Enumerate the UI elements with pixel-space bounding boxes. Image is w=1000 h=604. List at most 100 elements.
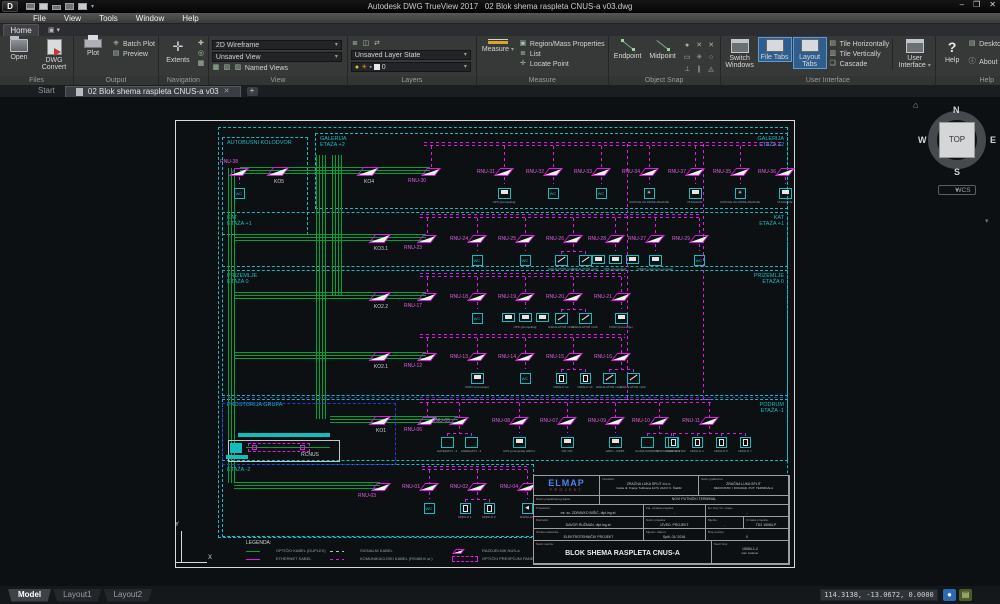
batch-plot-button[interactable]: ⎈ Batch Plot: [112, 40, 155, 48]
cascade-button[interactable]: ❏ Cascade: [829, 60, 890, 68]
snap-center-icon[interactable]: ✳: [694, 52, 705, 63]
visual-style-dropdown[interactable]: 2D Wireframe▾: [212, 40, 342, 50]
viewcube-south[interactable]: S: [954, 167, 960, 177]
snap-apparent-icon[interactable]: ✕: [706, 40, 717, 51]
view-state-dropdown[interactable]: Unsaved View▾: [212, 52, 342, 62]
tile-vertically-button[interactable]: ▥ Tile Vertically: [829, 50, 890, 58]
dwg-convert-icon[interactable]: [39, 3, 48, 10]
snap-tangent-icon[interactable]: ◬: [706, 64, 717, 75]
panel-caption-ui: User Interface: [721, 76, 936, 85]
open-button[interactable]: Open: [3, 38, 35, 61]
plot-icon[interactable]: [52, 5, 61, 10]
orbit-button[interactable]: ◎: [197, 50, 205, 58]
snap-node-icon[interactable]: ●: [682, 40, 693, 51]
panel-caption-help: Help: [936, 76, 1000, 85]
switch-windows-button[interactable]: Switch Windows: [724, 38, 756, 69]
monitor-icon: [612, 439, 619, 443]
snap-insertion-icon[interactable]: ▭: [682, 52, 693, 63]
preview-button[interactable]: ▤ Preview: [112, 50, 155, 58]
viewcube-north[interactable]: N: [953, 105, 960, 115]
bus-stub: [477, 277, 478, 293]
menu-file[interactable]: File: [24, 14, 55, 23]
ribbon-tab-home[interactable]: Home: [3, 24, 39, 36]
sub-branch: [561, 309, 585, 310]
extents-button[interactable]: ✛ Extents: [162, 38, 194, 64]
viewcube-west[interactable]: W: [918, 135, 927, 145]
rnu-label: RNU-32: [504, 169, 544, 175]
rnu-label: RNU-25: [476, 236, 516, 242]
plot-button[interactable]: Plot: [77, 38, 109, 57]
sub-stub: [785, 177, 786, 184]
rnu-label: RNU-26: [524, 236, 564, 242]
tile-horizontally-button[interactable]: ▤ Tile Horizontally: [829, 40, 890, 48]
ethernet-bus: [420, 337, 625, 338]
file-tab-document[interactable]: 02 Blok shema raspleta CNUS-a v03 ✕: [65, 86, 241, 97]
desktop-analytics-button[interactable]: ▤ Desktop Analytics: [968, 40, 1000, 48]
layer-tools[interactable]: ≣ ◫ ⇄: [351, 40, 473, 48]
viewcube-home-icon[interactable]: ⌂: [913, 100, 918, 110]
dwg-convert-button[interactable]: DWG Convert: [38, 38, 70, 71]
menu-help[interactable]: Help: [173, 14, 207, 23]
preview-icon[interactable]: [65, 3, 74, 10]
equipment-label: PUHALICE: [763, 201, 807, 205]
named-views-button[interactable]: ▦ ▧ ▨ Named Views: [212, 64, 344, 72]
app-menu-button[interactable]: D: [2, 1, 18, 12]
snap-intersection-icon[interactable]: ✕: [694, 40, 705, 51]
list-button[interactable]: ≣ List: [519, 50, 605, 58]
region-mass-button[interactable]: ▣ Region/Mass Properties: [519, 40, 605, 48]
layout-tabs-toggle[interactable]: Layout Tabs: [794, 38, 826, 68]
rnu-label: RNU-34: [600, 169, 640, 175]
sub-stub: [477, 362, 478, 369]
snap-parallel-icon[interactable]: ∥: [694, 64, 705, 75]
orbit-icon: ◎: [197, 50, 205, 58]
layout1-tab[interactable]: Layout1: [53, 589, 101, 602]
menu-bar: File View Tools Window Help: [0, 13, 1000, 24]
viewcube-menu-icon[interactable]: ▾: [985, 217, 989, 225]
annotation-scale-icon[interactable]: ▤: [959, 589, 972, 601]
new-tab-button[interactable]: +: [247, 87, 258, 96]
model-space-toggle-icon[interactable]: ●: [943, 589, 956, 601]
menu-view[interactable]: View: [55, 14, 90, 23]
osnap-grid: ● ✕ ✕ ▭ ✳ ○ ⊥ ∥ ◬: [682, 38, 717, 75]
pan-button[interactable]: ✚: [197, 40, 205, 48]
signal-cable: [703, 144, 704, 399]
snap-perpendicular-icon[interactable]: ⊥: [682, 64, 693, 75]
navbar-button[interactable]: ▦: [197, 60, 205, 68]
snap-quadrant-icon[interactable]: ○: [706, 52, 717, 63]
help-button[interactable]: ? Help: [939, 38, 965, 64]
sub-stub: [553, 177, 554, 184]
sub-stub: [615, 426, 616, 433]
midpoint-snap-button[interactable]: Midpoint: [647, 38, 679, 60]
minimize-button[interactable]: –: [960, 0, 964, 9]
file-tab-start[interactable]: Start: [28, 86, 65, 97]
layer-state-dropdown[interactable]: Unsaved Layer State▾: [351, 50, 471, 60]
model-tab[interactable]: Model: [8, 589, 51, 602]
measure-button[interactable]: Measure ▾: [480, 38, 516, 54]
about-button[interactable]: ⓘ About: [968, 58, 1000, 66]
rnu-label: RNU-11: [660, 418, 700, 424]
open-icon[interactable]: [26, 3, 35, 10]
region-icon: ▣: [519, 40, 527, 48]
endpoint-snap-button[interactable]: Endpoint: [612, 38, 644, 60]
layer-dropdown[interactable]: ● ☀ ▪ 0▾: [351, 62, 471, 72]
maximize-button[interactable]: ❐: [973, 0, 980, 9]
monitor-icon: [564, 439, 571, 443]
wcs-dropdown[interactable]: WCS ▾: [938, 185, 976, 195]
viewcube-east[interactable]: E: [990, 135, 996, 145]
workspace-dropdown-icon[interactable]: ▣ ▾: [48, 26, 60, 34]
file-tabs-toggle[interactable]: File Tabs: [759, 38, 791, 61]
user-interface-button[interactable]: User Interface ▾: [892, 38, 932, 70]
close-button[interactable]: ✕: [989, 0, 996, 9]
menu-window[interactable]: Window: [127, 14, 173, 23]
menu-tools[interactable]: Tools: [90, 14, 127, 23]
panel-help: ? Help ▤ Desktop Analytics ⓘ About Help: [936, 36, 1000, 85]
locate-point-button[interactable]: ✛ Locate Point: [519, 60, 605, 68]
tab-close-icon[interactable]: ✕: [224, 87, 230, 97]
panel-output: Plot ⎈ Batch Plot ▤ Preview Output: [74, 36, 159, 85]
qat-dropdown-icon[interactable]: ▾: [91, 3, 94, 10]
viewcube-top-face[interactable]: TOP: [939, 122, 975, 158]
layout2-tab[interactable]: Layout2: [104, 589, 152, 602]
publish-icon[interactable]: [78, 3, 87, 10]
drawing-canvas[interactable]: AUTOBUSNI KOLODVORGALERIJA ETAŽA +2GALER…: [0, 97, 1000, 586]
field-value: IZVED. PROJEKT: [644, 522, 705, 527]
